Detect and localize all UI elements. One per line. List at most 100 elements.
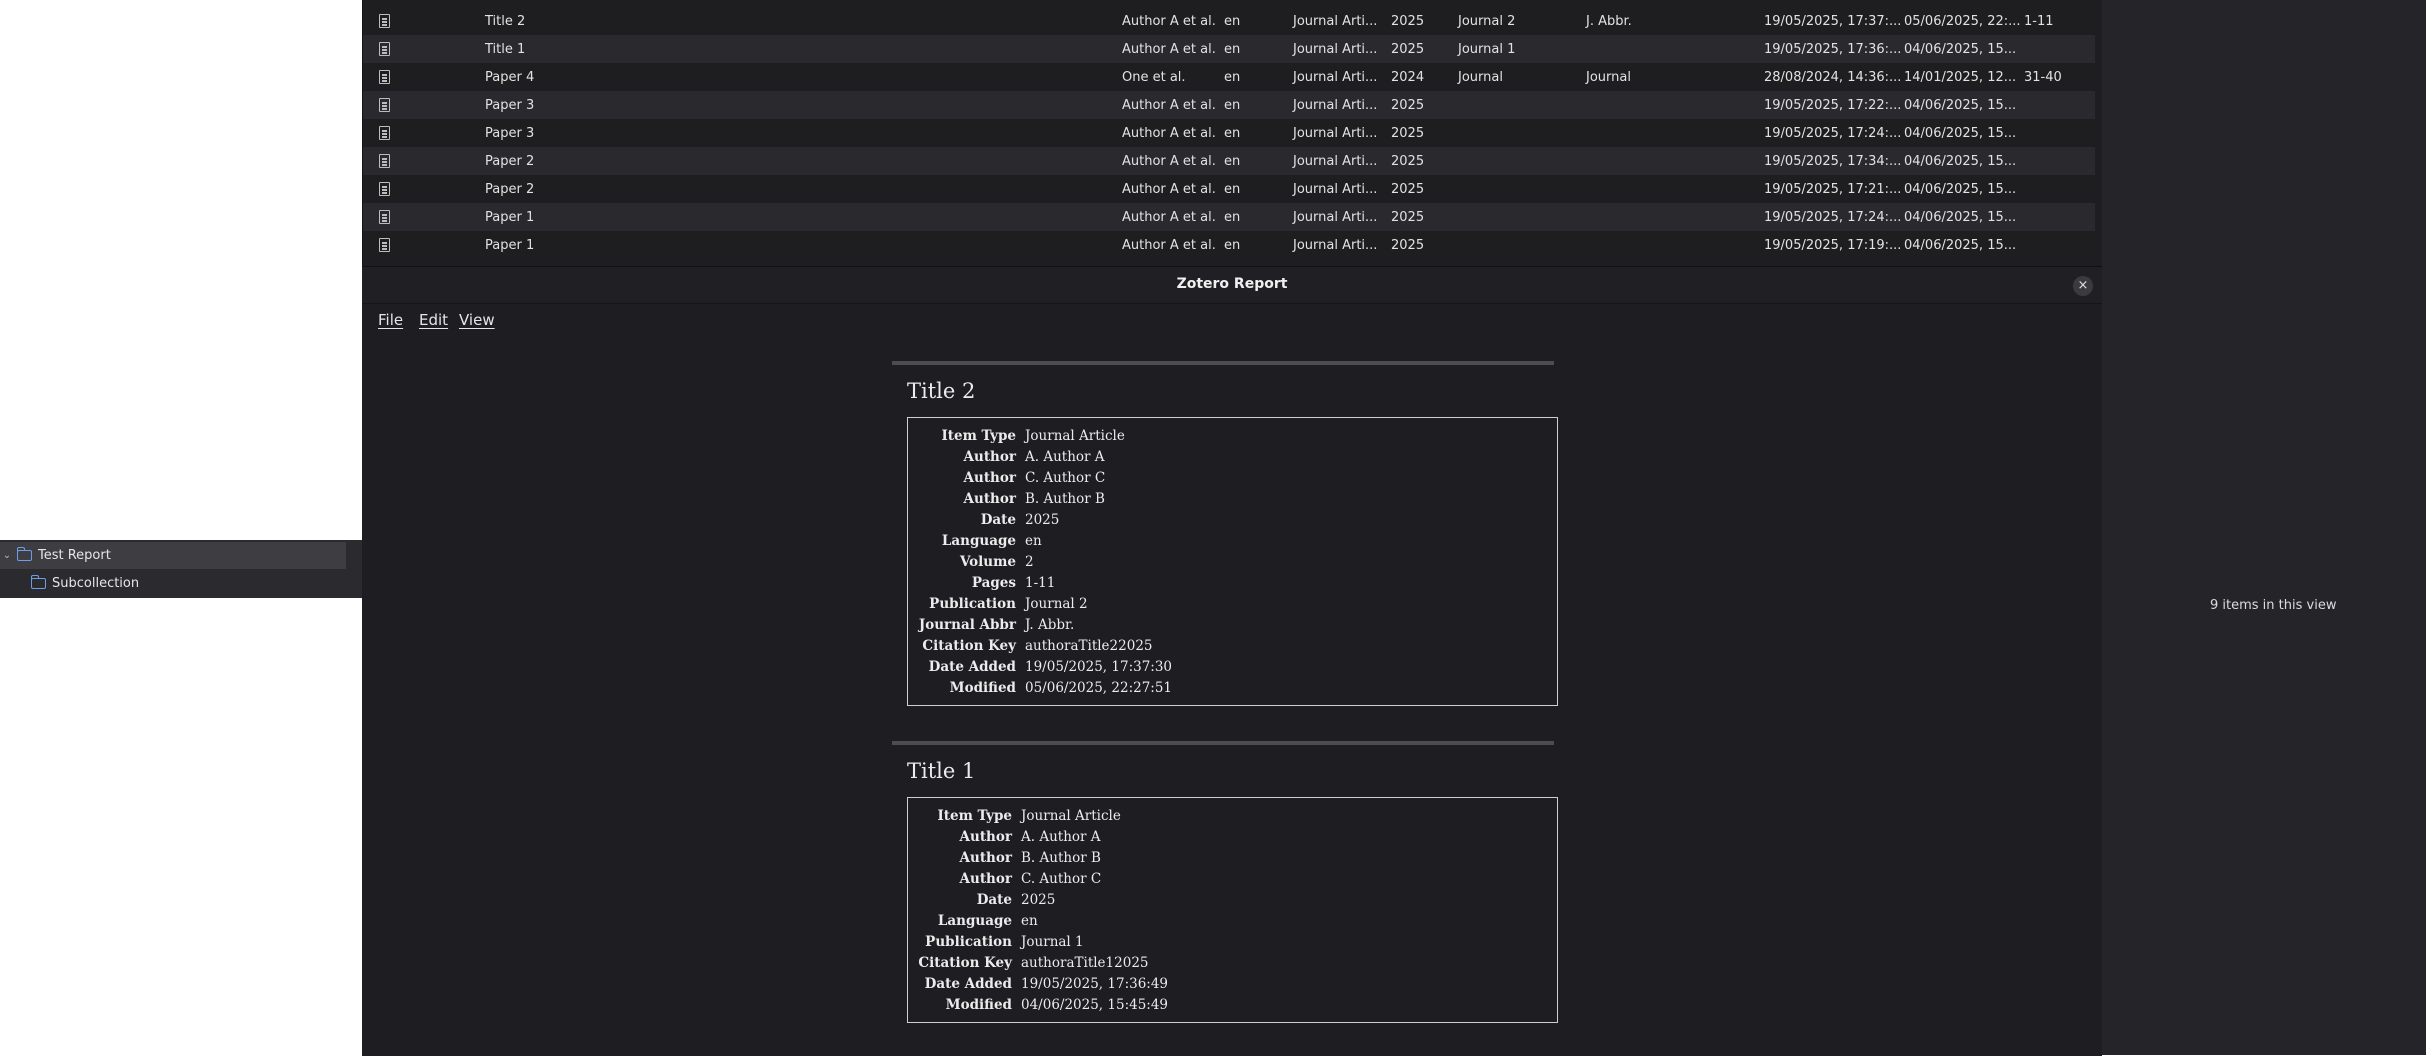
table-row[interactable]: Paper 1 Author A et al. en Journal Arti.… (363, 203, 2095, 231)
field-value: 2025 (1025, 512, 1060, 528)
field-value: Journal Article (1025, 428, 1125, 444)
item-creator: Author A et al. (1122, 210, 1216, 225)
table-row[interactable]: Paper 1 Author A et al. en Journal Arti.… (363, 231, 2095, 259)
close-icon[interactable]: × (2073, 276, 2093, 296)
field-label: Citation Key (918, 955, 1012, 971)
chevron-down-icon[interactable]: ⌄ (0, 550, 14, 561)
field-value: 19/05/2025, 17:37:30 (1025, 659, 1173, 675)
field-value: B. Author B (1025, 491, 1105, 507)
field-value: 2025 (1021, 892, 1056, 908)
field-label: Language (937, 913, 1012, 929)
item-language: en (1224, 98, 1241, 113)
item-year: 2025 (1391, 42, 1425, 57)
collection-test-report[interactable]: ⌄ Test Report (0, 542, 346, 569)
table-row[interactable]: Title 2 Author A et al. en Journal Arti.… (363, 7, 2095, 35)
metadata-row: Date Added 19/05/2025, 17:37:30 (908, 657, 1557, 678)
metadata-row: Author C. Author C (908, 869, 1557, 890)
table-row[interactable]: Title 1 Author A et al. en Journal Arti.… (363, 35, 2095, 63)
metadata-table: Item Type Journal Article Author A. Author… (907, 417, 1558, 706)
item-publication: Journal (1458, 70, 1503, 85)
field-label: Item Type (941, 428, 1016, 444)
item-creator: Author A et al. (1122, 154, 1216, 169)
item-date-added: 19/05/2025, 17:24:... (1764, 210, 1902, 225)
menu-edit[interactable]: Edit (419, 311, 448, 329)
field-label: Date (976, 892, 1012, 908)
item-modified: 05/06/2025, 22:... (1904, 14, 2021, 29)
window-titlebar[interactable]: Zotero Report × (362, 267, 2102, 304)
collection-subcollection[interactable]: Subcollection (0, 570, 346, 597)
item-title: Paper 2 (485, 182, 535, 197)
metadata-row: Date Added 19/05/2025, 17:36:49 (908, 974, 1557, 995)
report-item-title: Title 1 (907, 759, 976, 783)
metadata-row: Author C. Author C (908, 468, 1557, 489)
item-year: 2025 (1391, 14, 1425, 29)
collections-tree: ⌄ Test Report Subcollection (0, 540, 362, 598)
collection-label: Test Report (38, 548, 111, 563)
field-label: Date Added (924, 976, 1012, 992)
field-label: Publication (925, 934, 1012, 950)
document-icon (379, 42, 390, 56)
field-label: Modified (945, 997, 1012, 1013)
item-language: en (1224, 154, 1241, 169)
item-modified: 04/06/2025, 15... (1904, 98, 2017, 113)
document-icon (379, 182, 390, 196)
metadata-row: Publication Journal 1 (908, 932, 1557, 953)
field-value: C. Author C (1021, 871, 1102, 887)
item-pane (2102, 0, 2426, 1055)
item-year: 2025 (1391, 210, 1425, 225)
item-modified: 04/06/2025, 15... (1904, 210, 2017, 225)
item-type: Journal Arti... (1293, 98, 1378, 113)
metadata-row: Language en (908, 531, 1557, 552)
table-row[interactable]: Paper 2 Author A et al. en Journal Arti.… (363, 175, 2095, 203)
item-creator: Author A et al. (1122, 126, 1216, 141)
item-type: Journal Arti... (1293, 126, 1378, 141)
item-pages: 31-40 (2024, 70, 2062, 85)
item-separator (892, 741, 1554, 745)
item-year: 2025 (1391, 98, 1425, 113)
item-type: Journal Arti... (1293, 70, 1378, 85)
left-blank-area (0, 0, 362, 1055)
item-date-added: 19/05/2025, 17:24:... (1764, 126, 1902, 141)
field-label: Journal Abbr (918, 617, 1016, 633)
table-row[interactable]: Paper 3 Author A et al. en Journal Arti.… (363, 91, 2095, 119)
menu-view[interactable]: View (459, 311, 495, 329)
field-value: B. Author B (1021, 850, 1101, 866)
item-type: Journal Arti... (1293, 210, 1378, 225)
item-journal-abbr: J. Abbr. (1586, 14, 1632, 29)
document-icon (379, 210, 390, 224)
item-title: Paper 1 (485, 238, 535, 253)
field-label: Publication (929, 596, 1016, 612)
metadata-row: Item Type Journal Article (908, 426, 1557, 447)
field-label: Author (959, 850, 1012, 866)
field-value: 19/05/2025, 17:36:49 (1021, 976, 1169, 992)
item-pages: 1-11 (2024, 14, 2054, 29)
metadata-row: Citation Key authoraTitle22025 (908, 636, 1557, 657)
document-icon (379, 70, 390, 84)
field-value: 1-11 (1025, 575, 1056, 591)
field-value: authoraTitle12025 (1021, 955, 1149, 971)
table-row[interactable]: Paper 4 One et al. en Journal Arti... 20… (363, 63, 2095, 91)
report-content: Title 2 Item Type Journal Article Author A… (362, 334, 2102, 1056)
metadata-row: Item Type Journal Article (908, 806, 1557, 827)
metadata-row: Author B. Author B (908, 489, 1557, 510)
report-item: Title 1 Item Type Journal Article Author A… (892, 741, 1558, 1023)
item-language: en (1224, 42, 1241, 57)
metadata-row: Pages 1-11 (908, 573, 1557, 594)
menu-file[interactable]: File (378, 311, 403, 329)
item-date-added: 19/05/2025, 17:19:... (1764, 238, 1902, 253)
field-value: C. Author C (1025, 470, 1106, 486)
field-value: Journal 2 (1025, 596, 1088, 612)
table-row[interactable]: Paper 3 Author A et al. en Journal Arti.… (363, 119, 2095, 147)
field-label: Author (963, 449, 1016, 465)
item-year: 2025 (1391, 182, 1425, 197)
metadata-table: Item Type Journal Article Author A. Author… (907, 797, 1558, 1023)
item-title: Paper 3 (485, 98, 535, 113)
item-creator: Author A et al. (1122, 182, 1216, 197)
table-row[interactable]: Paper 2 Author A et al. en Journal Arti.… (363, 147, 2095, 175)
item-modified: 04/06/2025, 15... (1904, 126, 2017, 141)
item-year: 2024 (1391, 70, 1425, 85)
metadata-row: Modified 05/06/2025, 22:27:51 (908, 678, 1557, 699)
item-creator: Author A et al. (1122, 98, 1216, 113)
document-icon (379, 238, 390, 252)
item-language: en (1224, 210, 1241, 225)
